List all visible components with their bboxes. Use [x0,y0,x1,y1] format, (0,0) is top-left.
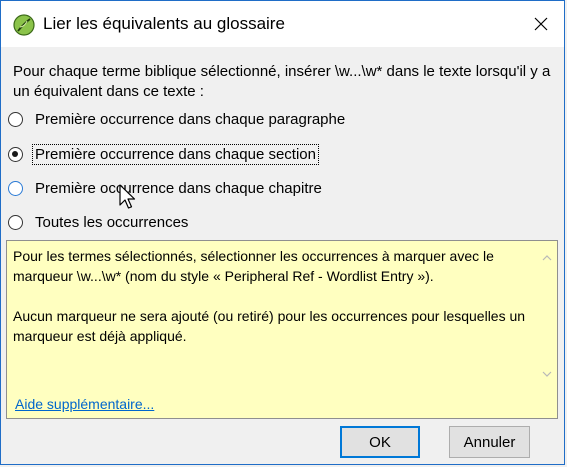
option-paragraph[interactable]: Première occurrence dans chaque paragrap… [8,107,347,131]
close-icon [534,17,548,31]
radio-all[interactable] [8,214,23,230]
option-section[interactable]: Première occurrence dans chaque section [8,142,319,166]
option-section-label: Première occurrence dans chaque section [32,143,319,165]
radio-chapter[interactable] [8,180,23,196]
radio-section[interactable] [8,146,23,162]
ok-button[interactable]: OK [340,426,420,458]
info-paragraph-2: Aucun marqueur ne sera ajouté (ou retiré… [13,308,526,344]
dialog-title: Lier les équivalents au glossaire [43,14,285,33]
option-chapter[interactable]: Première occurrence dans chaque chapitre [8,176,324,200]
scroll-up-icon[interactable] [542,253,552,263]
info-panel: Pour les termes sélectionnés, sélectionn… [6,240,558,419]
help-link[interactable]: Aide supplémentaire... [15,396,154,412]
info-text: Pour les termes sélectionnés, sélectionn… [13,246,528,366]
close-button[interactable] [518,1,564,47]
option-all[interactable]: Toutes les occurrences [8,210,190,234]
dialog-window: Lier les équivalents au glossaire Pour c… [0,0,565,465]
option-chapter-label: Première occurrence dans chaque chapitre [35,179,322,197]
info-scrollbar[interactable] [537,241,557,383]
info-paragraph-1: Pour les termes sélectionnés, sélectionn… [13,248,494,284]
option-paragraph-label: Première occurrence dans chaque paragrap… [35,110,346,128]
option-all-label: Toutes les occurrences [35,213,189,231]
app-leaf-icon [13,14,35,36]
radio-paragraph[interactable] [8,111,23,127]
intro-text: Pour chaque terme biblique sélectionné, … [13,63,551,100]
scroll-down-icon[interactable] [542,369,552,379]
title-bar[interactable]: Lier les équivalents au glossaire [1,1,564,47]
cancel-button[interactable]: Annuler [449,426,530,458]
